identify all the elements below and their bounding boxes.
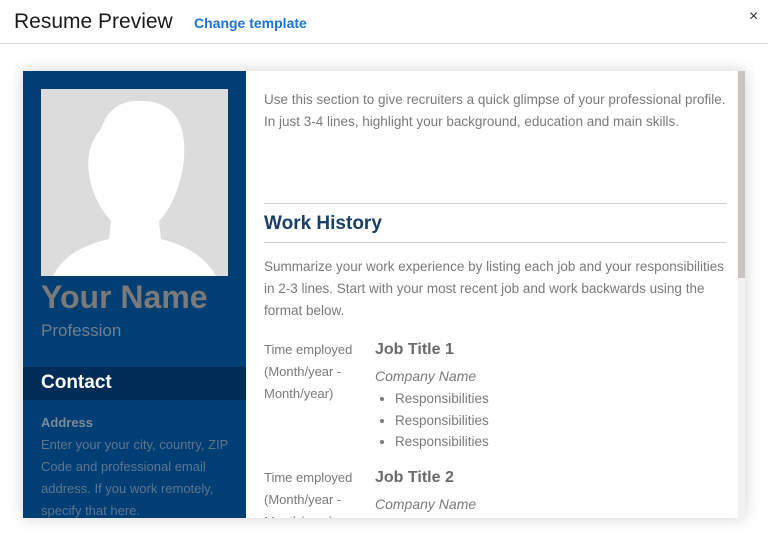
job-title: Job Title 2 [375, 469, 454, 486]
company-name: Company Name [375, 496, 477, 512]
scrollbar-thumb[interactable] [738, 71, 745, 278]
close-icon[interactable]: × [749, 8, 758, 26]
responsibility-item: Responsibilities [395, 410, 715, 432]
work-intro-text: Summarize your work experience by listin… [264, 259, 724, 318]
responsibility-item: Responsibilities [395, 431, 715, 453]
job-entry: Job Title 2 Company Name [375, 466, 715, 516]
resume-document: Your Name Profession Contact Address Ent… [23, 71, 745, 518]
resume-sidebar: Your Name Profession Contact Address Ent… [23, 71, 246, 518]
summary-text: Use this section to give recruiters a qu… [264, 92, 726, 129]
address-text: Enter your your city, country, ZIP Code … [41, 437, 229, 518]
resume-name: Your Name [41, 279, 208, 315]
job-time: Time employed (Month/year - Month/year) [264, 342, 353, 401]
modal-header: Resume Preview Change template × [0, 0, 768, 44]
company-name: Company Name [375, 368, 477, 384]
change-template-link[interactable]: Change template [194, 15, 307, 31]
address-label: Address [41, 415, 94, 430]
person-silhouette-icon [53, 100, 216, 276]
responsibility-item: Responsibilities [395, 388, 715, 410]
resume-profession: Profession [41, 321, 122, 340]
job-title: Job Title 1 [375, 341, 454, 358]
work-history-heading: Work History [264, 203, 726, 243]
job-time: Time employed (Month/year - Month/year) [264, 470, 353, 518]
contact-heading: Contact [23, 367, 246, 400]
job-entry: Job Title 1 Company Name Responsibilitie… [375, 338, 715, 453]
modal-title: Resume Preview [14, 10, 173, 33]
scrollbar[interactable] [738, 71, 745, 518]
profile-photo-placeholder [41, 89, 228, 276]
